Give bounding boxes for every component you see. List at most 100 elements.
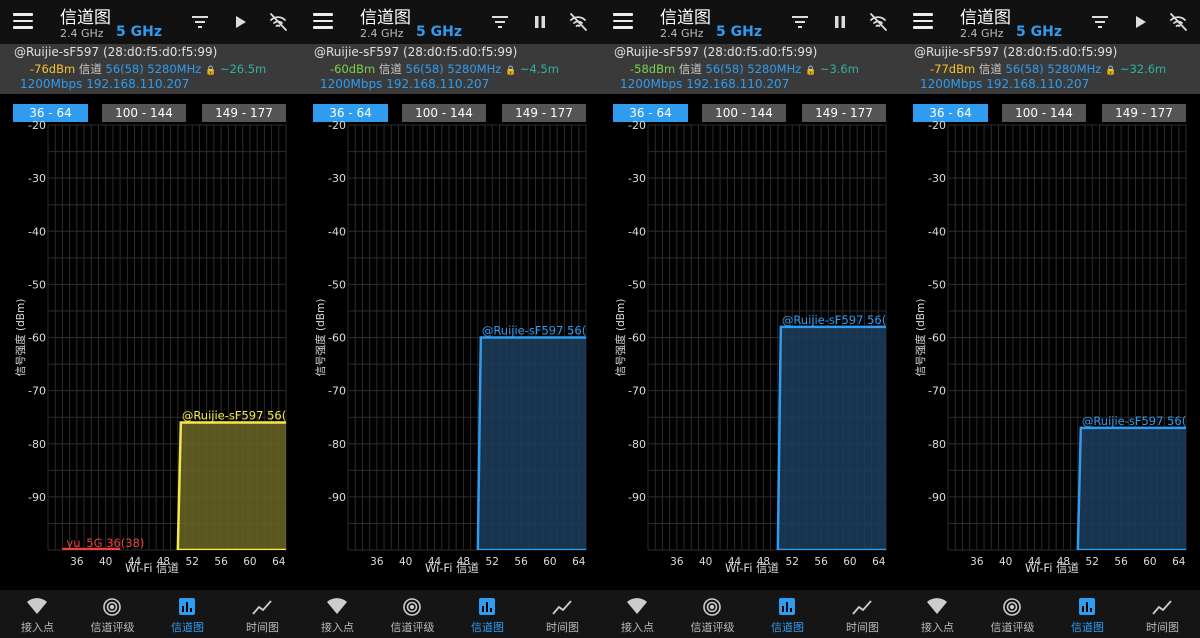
menu-icon[interactable] <box>913 13 933 29</box>
connected-ap-info[interactable]: @Ruijie-sF597 (28:d0:f5:d0:f5:99) -77dBm… <box>900 44 1200 94</box>
band-5ghz-tab[interactable]: 5 GHz <box>716 24 762 40</box>
y-tick-label: -40 <box>328 225 346 238</box>
x-tick-label: 56 <box>814 556 828 568</box>
ap-signal: -58dBm <box>630 62 676 76</box>
band-5ghz-tab[interactable]: 5 GHz <box>1016 24 1062 40</box>
nav-access-points[interactable]: 接入点 <box>600 590 675 638</box>
ap-signal-series[interactable]: @Ruijie-sF597 56(58 <box>476 324 600 551</box>
wifi-scan-off-icon[interactable] <box>566 10 590 34</box>
nav-label: 时间图 <box>1146 621 1179 634</box>
menu-icon[interactable] <box>13 13 33 29</box>
nav-access-points[interactable]: 接入点 <box>900 590 975 638</box>
nav-channel-graph[interactable]: 信道图 <box>150 590 225 638</box>
nav-time-graph[interactable]: 时间图 <box>825 590 900 638</box>
nav-channel-rating[interactable]: 信道评级 <box>675 590 750 638</box>
band-2-4ghz-tab[interactable]: 2.4 GHz <box>360 27 404 40</box>
radar-icon <box>1002 598 1022 616</box>
y-tick-label: -30 <box>628 172 646 185</box>
filter-icon[interactable] <box>1088 10 1112 34</box>
channel-graph-screen-4: 信道图 2.4 GHz 5 GHz @Ruijie-sF597 (28:d0:f… <box>900 0 1200 638</box>
channel-graph: -20-30-40-50-60-70-80-9036 40 44 48 52 56 60 64… <box>314 120 600 575</box>
y-tick-label: -60 <box>928 332 946 345</box>
connected-ap-info[interactable]: @Ruijie-sF597 (28:d0:f5:d0:f5:99) -58dBm… <box>600 44 900 94</box>
nav-label: 信道评级 <box>990 621 1035 634</box>
y-axis-label: 信号强度 (dBm) <box>14 299 27 377</box>
ap-channel-label: 信道 <box>678 62 702 76</box>
line-chart-icon <box>252 598 272 616</box>
app-bar: 信道图 2.4 GHz 5 GHz <box>0 0 300 44</box>
radar-icon <box>702 598 722 616</box>
ap-channel-label: 信道 <box>978 62 1002 76</box>
nav-time-graph[interactable]: 时间图 <box>225 590 300 638</box>
filter-icon[interactable] <box>188 10 212 34</box>
nav-channel-rating[interactable]: 信道评级 <box>375 590 450 638</box>
y-tick-label: -40 <box>628 225 646 238</box>
lock-icon: 🔒 <box>804 66 817 76</box>
bar-chart-icon <box>477 598 497 616</box>
band-5ghz-tab[interactable]: 5 GHz <box>416 24 462 40</box>
nav-access-points[interactable]: 接入点 <box>300 590 375 638</box>
ap-series-label: @Ruijie-sF597 56(58 <box>482 324 600 338</box>
bottom-nav: 接入点 信道评级 信道图 时间图 <box>0 590 300 638</box>
ap-signal-area <box>1076 426 1186 550</box>
filter-icon[interactable] <box>788 10 812 34</box>
y-tick-label: -50 <box>328 278 346 291</box>
ap-distance: ~26.5m <box>219 62 267 76</box>
y-tick-label: -30 <box>28 172 46 185</box>
band-2-4ghz-tab[interactable]: 2.4 GHz <box>960 27 1004 40</box>
nav-channel-graph[interactable]: 信道图 <box>1050 590 1125 638</box>
nav-channel-rating[interactable]: 信道评级 <box>975 590 1050 638</box>
band-2-4ghz-tab[interactable]: 2.4 GHz <box>60 27 104 40</box>
wifi-scan-off-icon[interactable] <box>266 10 290 34</box>
connected-ap-info[interactable]: @Ruijie-sF597 (28:d0:f5:d0:f5:99) -60dBm… <box>300 44 600 94</box>
play-icon[interactable] <box>228 10 252 34</box>
channel-graph: -20-30-40-50-60-70-80-9036 40 44 48 52 56 60 64… <box>614 120 900 575</box>
nav-channel-graph[interactable]: 信道图 <box>450 590 525 638</box>
channel-graph-screen-2: 信道图 2.4 GHz 5 GHz @Ruijie-sF597 (28:d0:f… <box>300 0 600 638</box>
ap-signal-series[interactable]: @Ruijie-sF597 56(58 <box>1076 414 1200 550</box>
ap-distance: ~32.6m <box>1119 62 1167 76</box>
nav-time-graph[interactable]: 时间图 <box>1125 590 1200 638</box>
y-tick-label: -20 <box>928 120 946 132</box>
nav-label: 信道图 <box>771 621 804 634</box>
menu-icon[interactable] <box>313 13 333 29</box>
pause-icon[interactable] <box>528 10 552 34</box>
nav-channel-graph[interactable]: 信道图 <box>750 590 825 638</box>
nav-label: 信道图 <box>1071 621 1104 634</box>
connected-ap-info[interactable]: @Ruijie-sF597 (28:d0:f5:d0:f5:99) -76dBm… <box>0 44 300 94</box>
x-tick-label: 36 <box>670 556 684 568</box>
nav-label: 接入点 <box>21 621 54 634</box>
wifi-scan-off-icon[interactable] <box>1166 10 1190 34</box>
y-axis-label: 信号强度 (dBm) <box>314 299 327 377</box>
ap-signal-series[interactable]: yu_5G 36(38) <box>62 536 144 550</box>
nav-channel-rating[interactable]: 信道评级 <box>75 590 150 638</box>
x-tick-label: 64 <box>1172 556 1186 568</box>
y-tick-label: -50 <box>628 278 646 291</box>
channel-graph-screen-3: 信道图 2.4 GHz 5 GHz @Ruijie-sF597 (28:d0:f… <box>600 0 900 638</box>
nav-access-points[interactable]: 接入点 <box>0 590 75 638</box>
ap-name: @Ruijie-sF597 (28:d0:f5:d0:f5:99) <box>614 45 818 59</box>
bottom-nav: 接入点 信道评级 信道图 时间图 <box>600 590 900 638</box>
x-tick-label: 64 <box>872 556 886 568</box>
nav-time-graph[interactable]: 时间图 <box>525 590 600 638</box>
wifi-icon <box>927 598 947 616</box>
band-2-4ghz-tab[interactable]: 2.4 GHz <box>660 27 704 40</box>
ap-series-label: @Ruijie-sF597 56(58 <box>1082 414 1200 428</box>
x-tick-label: 56 <box>1114 556 1128 568</box>
x-tick-label: 36 <box>370 556 384 568</box>
app-bar: 信道图 2.4 GHz 5 GHz <box>300 0 600 44</box>
ap-detail-row: -77dBm 信道 56(58) 5280MHz 🔒 ~32.6m <box>930 61 1166 77</box>
ap-signal-series[interactable]: @Ruijie-sF597 56(58 <box>176 409 300 551</box>
filter-icon[interactable] <box>488 10 512 34</box>
bottom-nav: 接入点 信道评级 信道图 时间图 <box>300 590 600 638</box>
x-tick-label: 52 <box>186 556 199 568</box>
band-5ghz-tab[interactable]: 5 GHz <box>116 24 162 40</box>
y-tick-label: -80 <box>28 438 46 451</box>
ap-signal-series[interactable]: @Ruijie-sF597 56(58 <box>776 313 900 550</box>
page-title: 信道图 <box>660 8 711 28</box>
pause-icon[interactable] <box>828 10 852 34</box>
play-icon[interactable] <box>1128 10 1152 34</box>
menu-icon[interactable] <box>613 13 633 29</box>
bottom-nav: 接入点 信道评级 信道图 时间图 <box>900 590 1200 638</box>
wifi-scan-off-icon[interactable] <box>866 10 890 34</box>
